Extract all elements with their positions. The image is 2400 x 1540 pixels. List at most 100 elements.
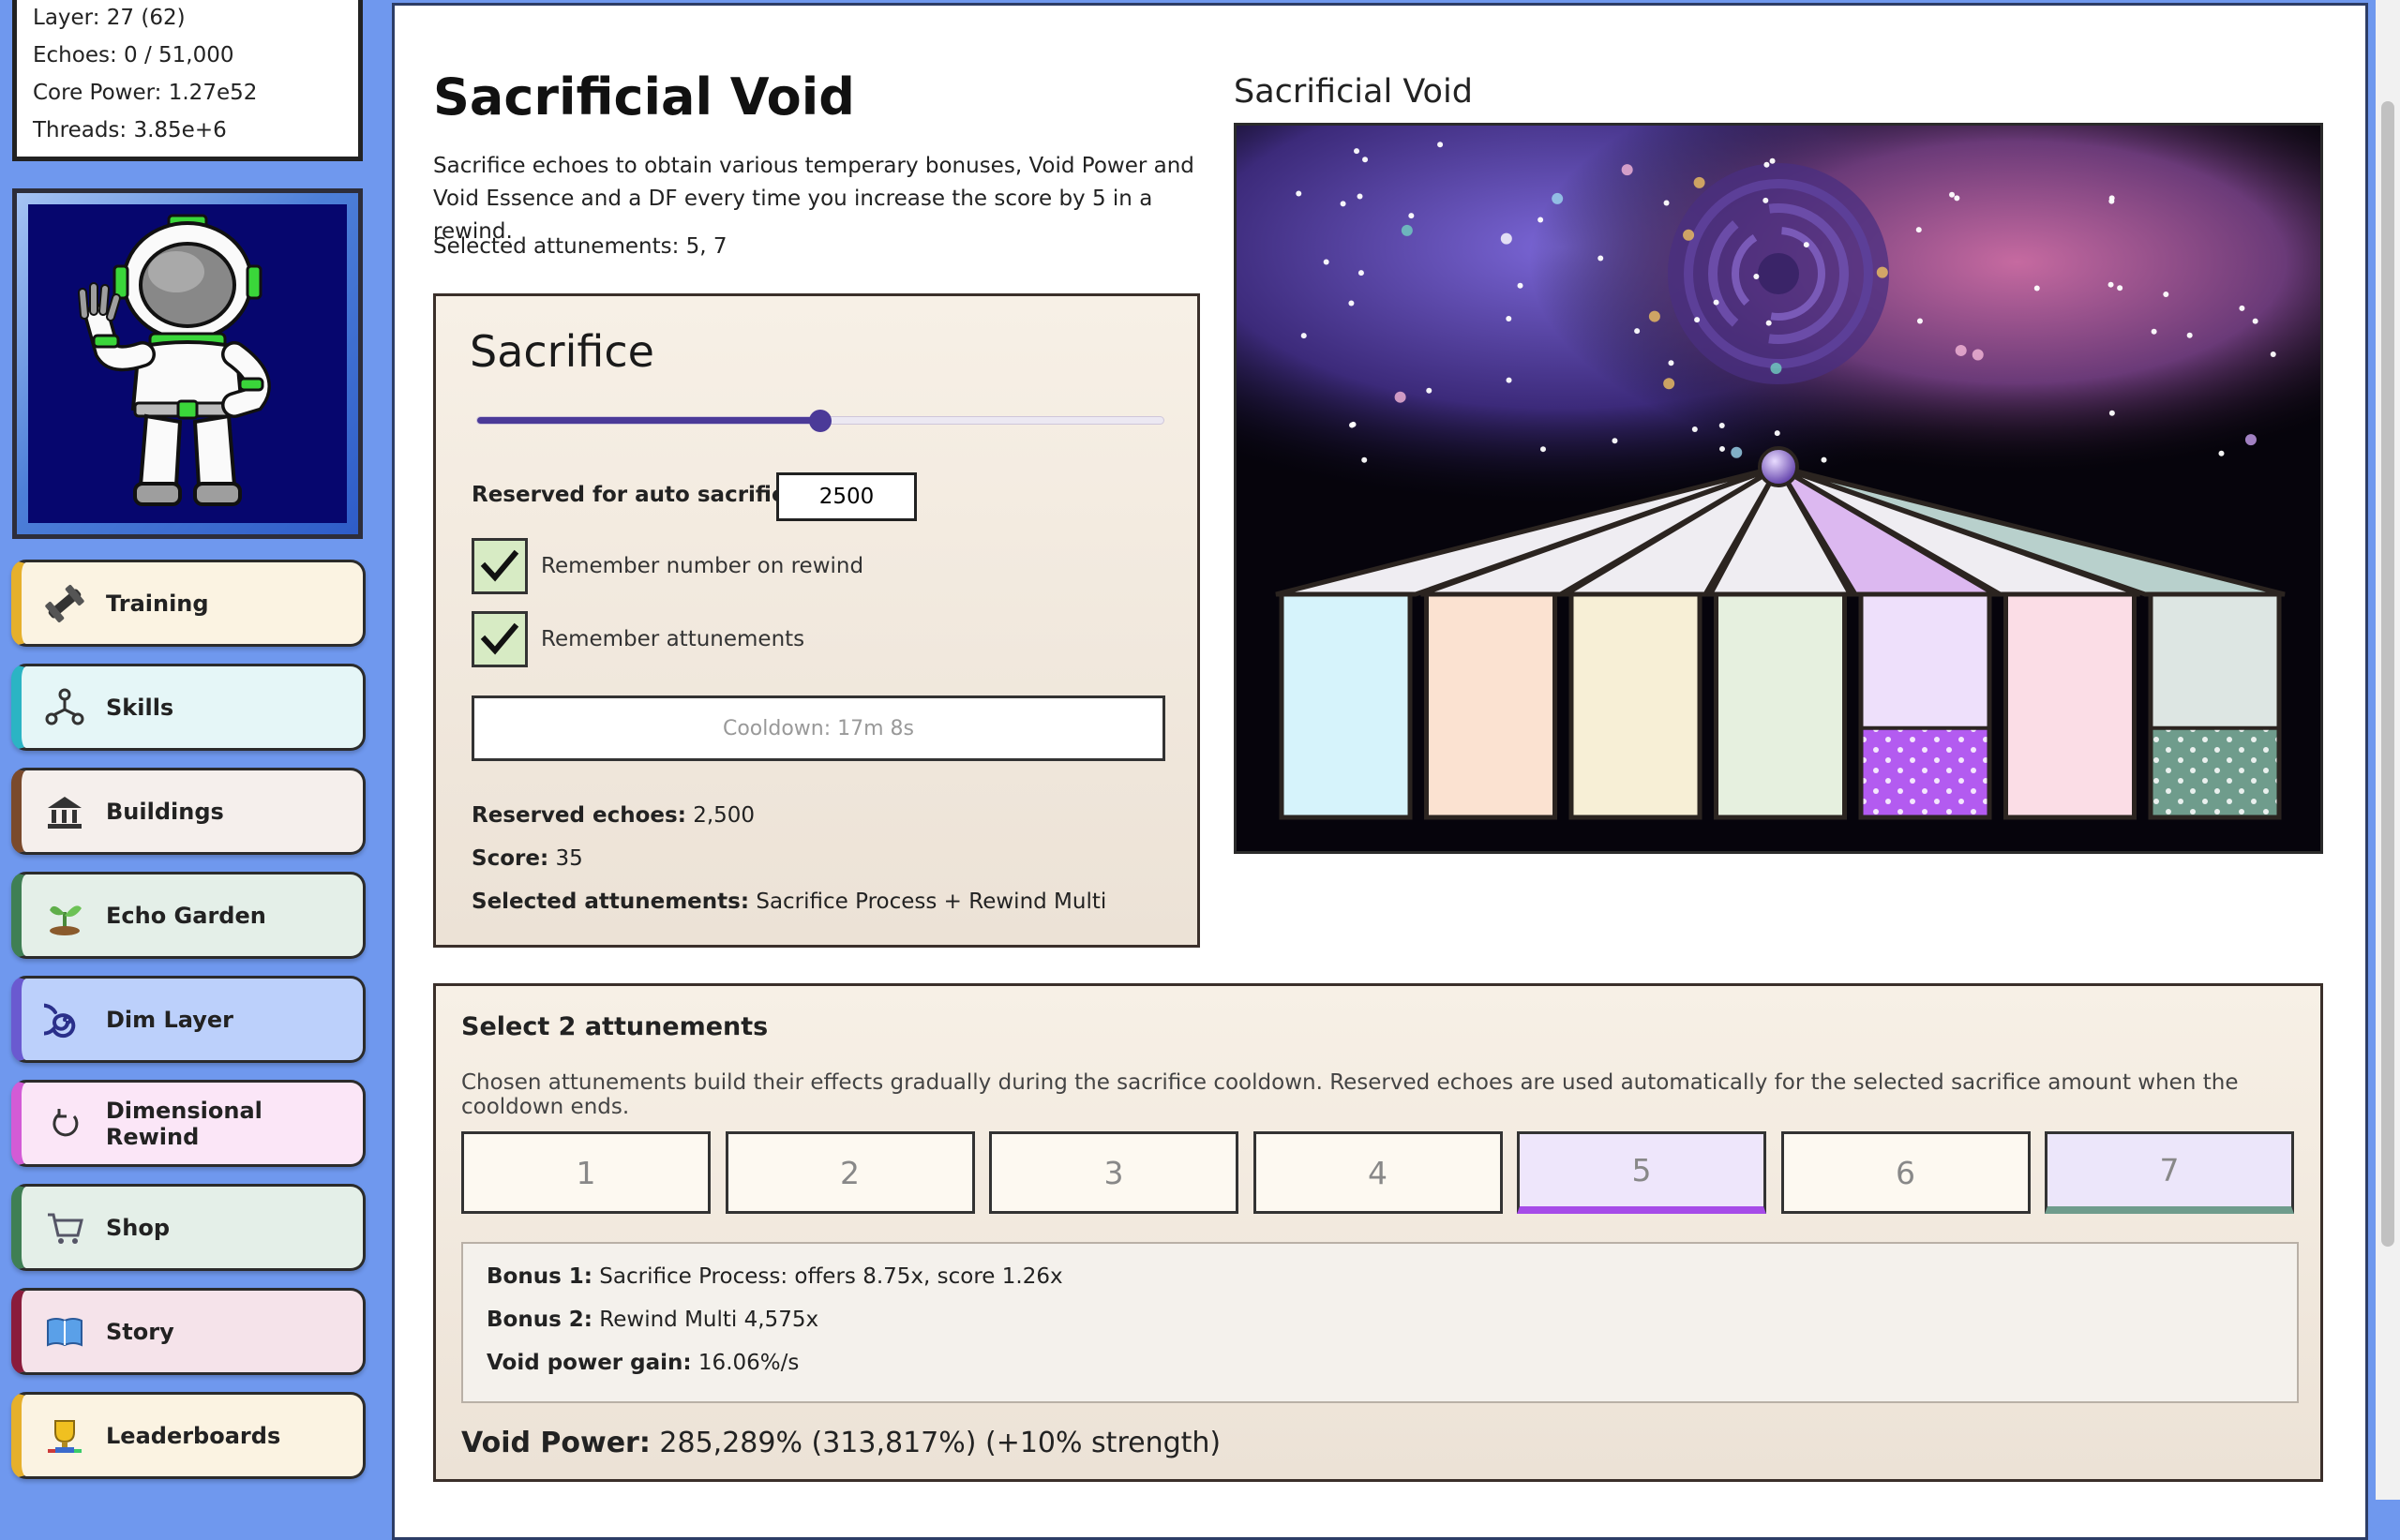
- void-gain-line: Void power gain: 16.06%/s: [487, 1351, 799, 1375]
- page-scrollbar[interactable]: [2376, 0, 2400, 1500]
- bonus1-line: Bonus 1: Sacrifice Process: offers 8.75x…: [487, 1264, 1063, 1289]
- star: [2033, 285, 2040, 292]
- void-illustration: [1234, 123, 2323, 854]
- star: [1394, 391, 1406, 403]
- star: [2163, 292, 2169, 298]
- star: [1517, 282, 1523, 289]
- attunement-option-7[interactable]: 7: [2045, 1131, 2294, 1214]
- star: [1348, 300, 1355, 307]
- star: [1718, 423, 1725, 429]
- attunement-option-2[interactable]: 2: [725, 1131, 975, 1214]
- attunement-option-1[interactable]: 1: [461, 1131, 711, 1214]
- threads-stat: Threads: 3.85e+6: [33, 118, 227, 142]
- star: [1354, 148, 1360, 155]
- star: [2108, 281, 2114, 288]
- star: [1323, 259, 1329, 265]
- sacrifice-slider[interactable]: [476, 410, 1164, 432]
- star: [1731, 446, 1743, 458]
- reserved-echoes-value: 2,500: [693, 803, 756, 828]
- astronaut-icon: [78, 214, 271, 506]
- void-art-heading: Sacrificial Void: [1234, 73, 1473, 111]
- astronaut-portrait: [28, 204, 347, 523]
- star: [1713, 299, 1719, 306]
- star: [1691, 426, 1698, 433]
- star: [1694, 317, 1701, 323]
- sidebar-item-dim-layer[interactable]: Dim Layer: [11, 976, 366, 1063]
- checkmark-icon: [480, 549, 519, 582]
- star: [1358, 270, 1364, 277]
- trophy-icon: [42, 1413, 87, 1458]
- star: [1538, 217, 1544, 223]
- star: [1683, 229, 1695, 241]
- bonus1-value: Sacrifice Process: offers 8.75x, score 1…: [599, 1264, 1063, 1289]
- attunements-description: Chosen attunements build their effects g…: [461, 1070, 2239, 1119]
- star: [1762, 197, 1769, 203]
- star: [1916, 318, 1923, 324]
- score-line: Score: 35: [472, 846, 583, 871]
- void-column: [1424, 591, 1557, 820]
- star: [1718, 445, 1725, 452]
- score-value: 35: [555, 846, 583, 871]
- slider-handle[interactable]: [809, 410, 832, 432]
- star: [2186, 332, 2193, 338]
- void-column: [2003, 591, 2137, 820]
- avatar: [12, 188, 363, 539]
- reserve-label: Reserved for auto sacrifice: [472, 483, 800, 507]
- star: [1668, 360, 1674, 366]
- attunements-title: Select 2 attunements: [461, 1012, 769, 1041]
- building-icon: [42, 789, 87, 834]
- sidebar-item-leaderboards[interactable]: Leaderboards: [11, 1392, 366, 1479]
- sidebar-item-buildings[interactable]: Buildings: [11, 768, 366, 855]
- star: [1539, 446, 1546, 453]
- bonus1-key: Bonus 1:: [487, 1264, 592, 1289]
- void-orb: [1758, 446, 1799, 487]
- sidebar-item-shop[interactable]: Shop: [11, 1184, 366, 1271]
- reserve-input[interactable]: [776, 472, 917, 521]
- star: [1955, 344, 1967, 356]
- star: [1663, 378, 1675, 390]
- star: [1753, 273, 1760, 279]
- attunement-option-4[interactable]: 4: [1252, 1131, 1503, 1214]
- page-title: Sacrificial Void: [433, 67, 855, 127]
- attunement-option-3[interactable]: 3: [989, 1131, 1238, 1214]
- spiral-icon: [42, 997, 87, 1042]
- sidebar-item-label: Echo Garden: [106, 902, 266, 929]
- sacrifice-cooldown-button[interactable]: Cooldown: 17m 8s: [472, 695, 1165, 761]
- reserved-echoes-line: Reserved echoes: 2,500: [472, 803, 755, 828]
- sidebar-item-skills[interactable]: Skills: [11, 664, 366, 751]
- star: [1401, 224, 1413, 236]
- star: [1648, 310, 1660, 322]
- sidebar-item-label: Dim Layer: [106, 1006, 234, 1033]
- star: [1693, 176, 1705, 188]
- star: [1763, 161, 1770, 168]
- sidebar-item-training[interactable]: Training: [11, 560, 366, 647]
- sidebar-item-label: Shop: [106, 1214, 171, 1241]
- score-key: Score:: [472, 846, 549, 871]
- star: [1296, 190, 1302, 197]
- echoes-stat: Echoes: 0 / 51,000: [33, 43, 234, 67]
- star: [2108, 410, 2115, 416]
- attunement-option-6[interactable]: 6: [1780, 1131, 2031, 1214]
- star: [2239, 305, 2245, 311]
- scrollbar-thumb[interactable]: [2381, 101, 2394, 1247]
- sacrifice-panel: Sacrifice Reserved for auto sacrifice Re…: [433, 293, 1200, 948]
- star: [1612, 438, 1618, 444]
- bonus-summary: Bonus 1: Sacrifice Process: offers 8.75x…: [461, 1242, 2299, 1403]
- selected-attunements-value: Sacrifice Process + Rewind Multi: [756, 890, 1107, 914]
- remember-number-checkbox[interactable]: [472, 538, 528, 594]
- attunement-option-5[interactable]: 5: [1517, 1131, 1766, 1214]
- sidebar-item-dimensional-rewind[interactable]: Dimensional Rewind: [11, 1080, 366, 1167]
- star: [1552, 192, 1564, 204]
- remember-attunements-label: Remember attunements: [541, 627, 805, 651]
- sidebar-item-echo-garden[interactable]: Echo Garden: [11, 872, 366, 959]
- reserved-echoes-key: Reserved echoes:: [472, 803, 686, 828]
- void-scene: [1237, 126, 2320, 851]
- star: [1506, 377, 1512, 383]
- remember-attunements-row: Remember attunements: [472, 611, 804, 667]
- star: [1621, 164, 1633, 176]
- sidebar-item-story[interactable]: Story: [11, 1288, 366, 1375]
- sacrifice-title: Sacrifice: [470, 326, 654, 377]
- remember-attunements-checkbox[interactable]: [472, 611, 528, 667]
- star: [1506, 315, 1512, 321]
- star: [2270, 351, 2276, 358]
